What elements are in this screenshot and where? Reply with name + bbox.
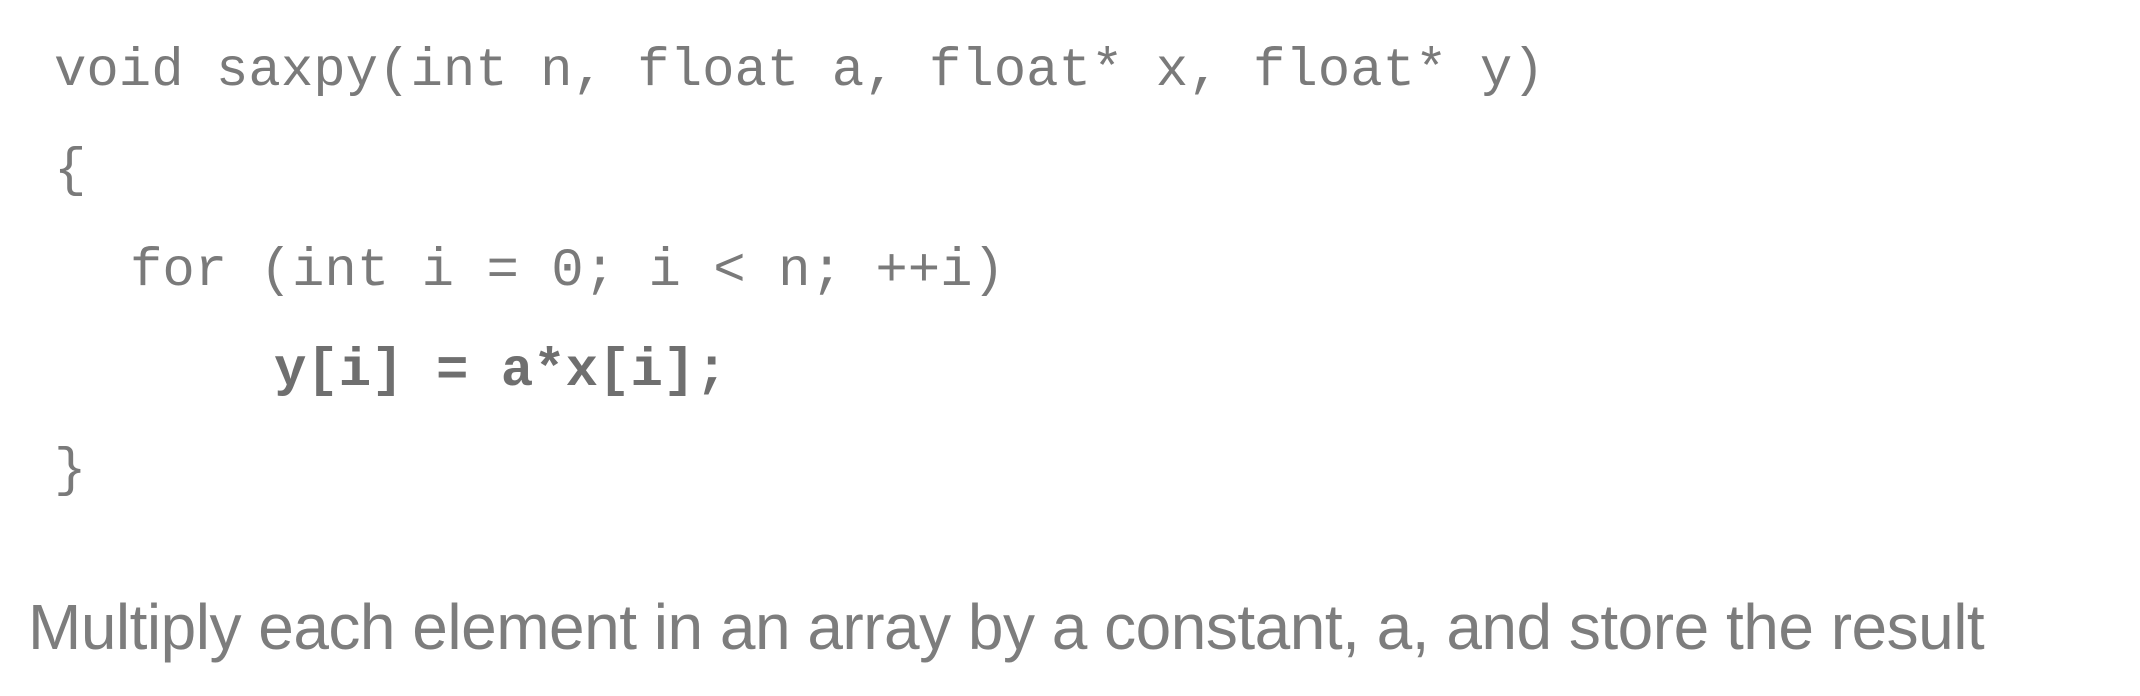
code-snippet: void saxpy(int n, float a, float* x, flo… [54,22,1545,522]
code-line-loop-body: y[i] = a*x[i]; [274,341,728,402]
code-line-signature: void saxpy(int n, float a, float* x, flo… [54,41,1545,102]
code-line-close-brace: } [54,441,87,502]
code-line-open-brace: { [54,141,87,202]
caption-text: Multiply each element in an array by a c… [28,591,1985,663]
code-line-for-loop: for (int i = 0; i < n; ++i) [130,241,1005,302]
